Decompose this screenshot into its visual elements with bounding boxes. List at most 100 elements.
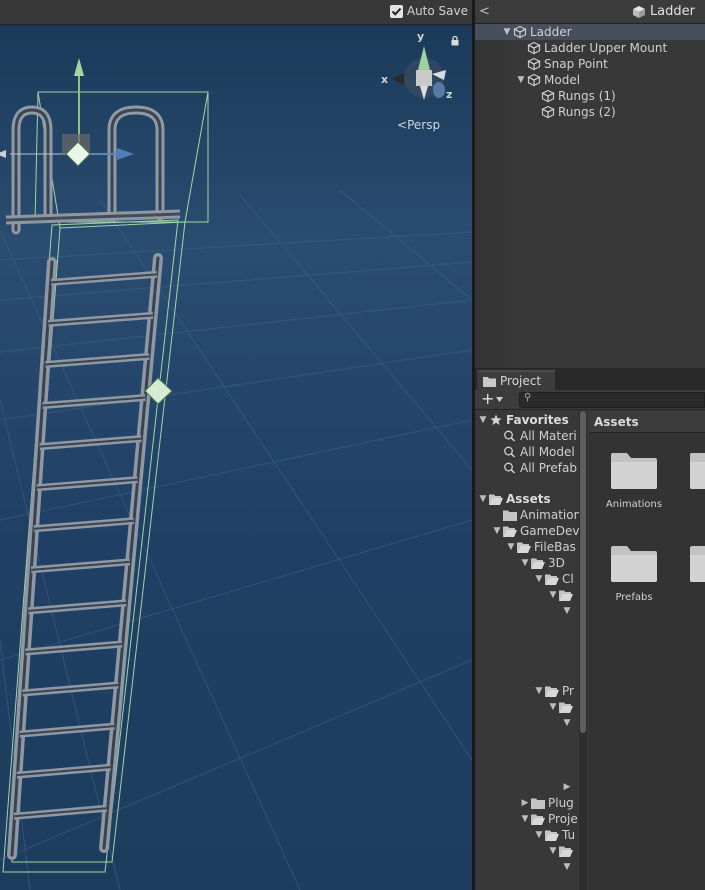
tab-project[interactable]: Project xyxy=(477,370,555,390)
tree-item-label: 3D xyxy=(548,556,565,570)
scene-toolbar: Auto Save xyxy=(0,0,472,25)
expand-arrow-icon[interactable]: ▼ xyxy=(533,830,545,840)
expand-arrow-icon[interactable]: ▼ xyxy=(501,27,513,37)
favorite-item[interactable]: All Prefab xyxy=(475,460,577,476)
expand-arrow-icon[interactable]: ▼ xyxy=(533,686,545,696)
tree-item-label: Cl xyxy=(562,572,574,586)
tree-folder[interactable]: ▼ xyxy=(475,859,573,875)
prefab-title-label: Ladder xyxy=(649,4,695,19)
projection-toggle[interactable]: <Persp xyxy=(397,118,440,132)
expand-arrow-icon[interactable]: ▼ xyxy=(505,542,517,552)
scene-render xyxy=(0,25,472,890)
asset-folder[interactable]: Prefabs xyxy=(594,544,674,603)
folder-open-icon xyxy=(545,574,559,585)
checkmark-icon xyxy=(391,7,402,16)
tree-folder[interactable]: ▶ xyxy=(475,779,573,795)
autosave-toggle[interactable]: Auto Save xyxy=(389,4,468,18)
hierarchy-header: < Ladder xyxy=(475,0,705,24)
folder-open-icon xyxy=(545,686,559,697)
project-folder-tree[interactable]: ▼ Favorites All Materi All Model All Prefab ▼… xyxy=(475,411,587,890)
tree-item-label: Animation xyxy=(520,508,582,522)
hierarchy-panel: < Ladder ▼ Ladder Ladder Upper Mount Snap P… xyxy=(475,0,705,368)
expand-arrow-icon[interactable]: ▼ xyxy=(477,415,489,425)
search-icon: ⚲ xyxy=(524,392,532,403)
hierarchy-item-label: Ladder Upper Mount xyxy=(544,41,668,55)
hierarchy-item[interactable]: Snap Point xyxy=(475,56,705,72)
hierarchy-item[interactable]: ▼ Ladder xyxy=(475,24,705,40)
magnifier-icon xyxy=(504,446,516,458)
tree-folder[interactable]: ▼ xyxy=(475,843,576,859)
project-content: Assets Animations Ga Prefabs xyxy=(589,411,705,890)
cube-icon xyxy=(541,89,555,103)
expand-arrow-icon[interactable]: ▼ xyxy=(561,718,573,728)
hierarchy-item[interactable]: Rungs (1) xyxy=(475,88,705,104)
expand-arrow-icon[interactable]: ▼ xyxy=(561,862,573,872)
autosave-checkbox[interactable] xyxy=(389,4,403,18)
tree-folder[interactable]: ▼ xyxy=(475,715,573,731)
folder-icon xyxy=(531,798,545,809)
expand-arrow-icon[interactable]: ▼ xyxy=(547,846,559,856)
project-search-input[interactable]: ⚲ xyxy=(519,392,705,408)
gizmo-x-label: x xyxy=(381,73,389,86)
hierarchy-item[interactable]: Ladder Upper Mount xyxy=(475,40,705,56)
tree-scrollbar-thumb[interactable] xyxy=(580,411,586,733)
tree-folder[interactable]: ▼ 3D xyxy=(475,555,565,571)
expand-arrow-icon[interactable]: ▼ xyxy=(515,75,527,85)
hierarchy-item[interactable]: Rungs (2) xyxy=(475,104,705,120)
tree-folder[interactable]: ▼ GameDev xyxy=(475,523,580,539)
folder-open-icon xyxy=(559,846,573,857)
project-toolbar: + ⚲ xyxy=(475,390,705,410)
favorite-item[interactable]: All Materi xyxy=(475,428,577,444)
prefab-cube-icon xyxy=(632,5,645,18)
assets-root-folder[interactable]: ▼ Assets xyxy=(475,491,551,507)
favorite-item[interactable]: All Model xyxy=(475,444,575,460)
tree-folder[interactable]: ▼ Tu xyxy=(475,827,576,843)
expand-arrow-icon[interactable]: ▼ xyxy=(561,606,573,616)
expand-arrow-icon[interactable]: ▶ xyxy=(519,798,531,808)
asset-folder[interactable]: Ga xyxy=(673,451,705,510)
gizmo-y-label: y xyxy=(417,30,425,43)
tab-project-label: Project xyxy=(500,374,542,388)
asset-folder[interactable] xyxy=(673,544,705,592)
prefab-title: Ladder xyxy=(632,4,695,19)
tree-folder[interactable]: ▼ Proje xyxy=(475,811,578,827)
folder-icon xyxy=(503,510,517,521)
tree-folder[interactable]: ▼ xyxy=(475,699,576,715)
tree-folder[interactable]: ▶ Plug xyxy=(475,795,574,811)
tree-folder[interactable]: ▼ xyxy=(475,603,573,619)
asset-label: Prefabs xyxy=(615,592,653,603)
expand-arrow-icon[interactable]: ▶ xyxy=(561,782,573,792)
asset-folder[interactable]: Animations xyxy=(594,451,674,510)
scene-canvas[interactable] xyxy=(0,25,472,890)
folder-icon xyxy=(611,546,657,582)
tree-scrollbar[interactable] xyxy=(579,411,587,890)
expand-arrow-icon[interactable]: ▼ xyxy=(477,494,489,504)
favorites-section[interactable]: ▼ Favorites xyxy=(475,412,569,428)
expand-arrow-icon[interactable]: ▼ xyxy=(519,558,531,568)
tree-folder[interactable]: ▼ xyxy=(475,587,576,603)
folder-icon xyxy=(483,376,496,387)
lock-icon[interactable] xyxy=(451,36,459,46)
tree-folder[interactable]: ▼ Cl xyxy=(475,571,574,587)
hierarchy-item[interactable]: ▼ Model xyxy=(475,72,705,88)
expand-arrow-icon[interactable]: ▼ xyxy=(491,526,503,536)
tree-item-label: FileBas xyxy=(534,540,576,554)
folder-open-icon xyxy=(559,590,573,601)
asset-label: Animations xyxy=(605,499,663,510)
tree-item-label: All Materi xyxy=(520,429,577,443)
tree-folder[interactable]: ▼ FileBas xyxy=(475,539,576,555)
expand-arrow-icon[interactable]: ▼ xyxy=(519,814,531,824)
scene-view[interactable]: Auto Save y x z <Persp xyxy=(0,0,472,890)
folder-open-icon xyxy=(517,542,531,553)
projection-label: Persp xyxy=(407,118,441,132)
expand-arrow-icon[interactable]: ▼ xyxy=(547,590,559,600)
expand-arrow-icon[interactable]: ▼ xyxy=(533,574,545,584)
content-breadcrumb[interactable]: Assets xyxy=(589,411,705,433)
create-asset-button[interactable]: + xyxy=(481,391,504,407)
tree-folder[interactable]: Animation xyxy=(475,507,581,523)
tree-folder[interactable]: ▼ Pr xyxy=(475,683,574,699)
gizmo-z-label: z xyxy=(446,88,453,101)
expand-arrow-icon[interactable]: ▼ xyxy=(547,702,559,712)
back-button[interactable]: < xyxy=(479,4,490,19)
folder-open-icon xyxy=(503,526,517,537)
